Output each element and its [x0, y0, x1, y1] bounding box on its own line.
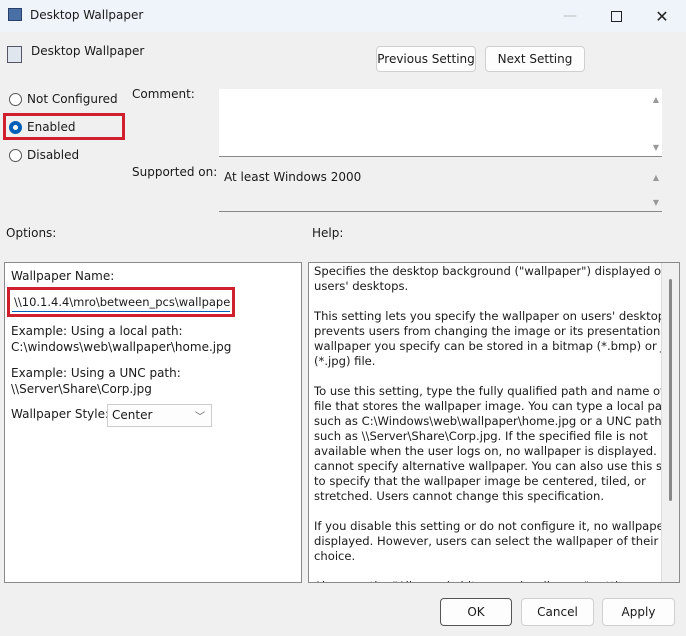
wallpaper-style-select[interactable]: Center ﹀ — [107, 404, 212, 427]
help-line: displayed. However, users can select the… — [314, 534, 659, 548]
example-unc-value: \\Server\Share\Corp.jpg — [11, 382, 152, 396]
apply-button[interactable]: Apply — [602, 598, 675, 626]
maximize-button[interactable] — [596, 4, 636, 28]
radio-label: Enabled — [27, 120, 76, 134]
example-local-value: C:\windows\web\wallpaper\home.jpg — [11, 340, 232, 354]
wallpaper-name-label: Wallpaper Name: — [11, 269, 115, 283]
scroll-down-icon[interactable]: ▼ — [653, 198, 659, 207]
wallpaper-style-label: Wallpaper Style: — [11, 407, 110, 421]
cancel-button[interactable]: Cancel — [521, 598, 594, 626]
help-line: users' desktops. — [314, 279, 409, 293]
chevron-down-icon: ﹀ — [195, 412, 205, 423]
help-label: Help: — [312, 226, 344, 240]
help-text: Specifies the desktop background ("wallp… — [314, 264, 680, 582]
help-line: to specify that the wallpaper image be c… — [314, 474, 646, 488]
scrollbar-thumb[interactable] — [669, 279, 672, 501]
help-line: file that stores the wallpaper image. Yo… — [314, 399, 678, 413]
help-line: cannot specify alternative wallpaper. Yo… — [314, 459, 680, 473]
radio-enabled[interactable]: Enabled — [9, 120, 76, 134]
next-setting-button[interactable]: Next Setting — [485, 46, 585, 72]
help-panel: Specifies the desktop background ("wallp… — [308, 262, 680, 583]
help-line: choice. — [314, 549, 356, 563]
help-line: To use this setting, type the fully qual… — [314, 384, 680, 398]
example-unc-label: Example: Using a UNC path: — [11, 366, 181, 380]
radio-circle[interactable] — [9, 92, 22, 106]
close-button[interactable]: ✕ — [642, 4, 682, 28]
window-title: Desktop Wallpaper — [30, 8, 144, 22]
help-line: wallpaper you specify can be stored in a… — [314, 339, 680, 353]
options-label: Options: — [6, 226, 57, 240]
example-local-label: Example: Using a local path: — [11, 324, 183, 338]
radio-circle[interactable] — [9, 148, 22, 162]
wallpaper-name-input[interactable]: \\10.1.4.4\mro\between_pcs\wallpapers\ — [12, 292, 230, 312]
help-line: This setting lets you specify the wallpa… — [314, 309, 680, 323]
help-line: such as C:\Windows\web\wallpaper\home.jp… — [314, 414, 666, 428]
ok-button[interactable]: OK — [440, 598, 512, 626]
scroll-down-icon[interactable]: ▼ — [653, 143, 659, 152]
options-panel: Wallpaper Name: \\10.1.4.4\mro\between_p… — [4, 262, 302, 583]
radio-circle[interactable] — [9, 120, 22, 134]
radio-not-configured[interactable]: Not Configured — [9, 92, 118, 106]
scroll-up-icon[interactable]: ▲ — [653, 173, 659, 182]
comment-input[interactable]: ▲ ▼ — [219, 89, 662, 157]
help-line: If you disable this setting or do not co… — [314, 519, 680, 533]
supported-box: At least Windows 2000 ▲ ▼ — [219, 167, 662, 212]
scroll-up-icon[interactable]: ▲ — [653, 95, 659, 104]
help-scrollbar[interactable] — [661, 263, 679, 582]
help-line: such as \\Server\Share\Corp.jpg. If the … — [314, 429, 648, 443]
help-line: stretched. Users cannot change this spec… — [314, 489, 605, 503]
supported-label: Supported on: — [132, 165, 218, 179]
help-line: prevents users from changing the image o… — [314, 324, 680, 338]
help-line: available when the user logs on, no wall… — [314, 444, 680, 458]
help-line: Specifies the desktop background ("wallp… — [314, 264, 680, 278]
wallpaper-style-value: Center — [112, 408, 153, 422]
policy-icon — [7, 46, 22, 63]
supported-value: At least Windows 2000 — [224, 170, 362, 184]
help-line: (*.jpg) file. — [314, 354, 376, 368]
minimize-button[interactable]: — — [550, 4, 590, 28]
help-line: Also, see the "Allow only bitmapped wall… — [314, 579, 659, 582]
app-icon — [8, 8, 22, 21]
comment-label: Comment: — [132, 87, 195, 101]
radio-label: Disabled — [27, 148, 80, 162]
radio-label: Not Configured — [27, 92, 118, 106]
radio-disabled[interactable]: Disabled — [9, 148, 79, 162]
previous-setting-button[interactable]: Previous Setting — [376, 46, 476, 72]
setting-name: Desktop Wallpaper — [31, 44, 145, 58]
wallpaper-name-highlight: \\10.1.4.4\mro\between_pcs\wallpapers\ — [7, 287, 235, 317]
